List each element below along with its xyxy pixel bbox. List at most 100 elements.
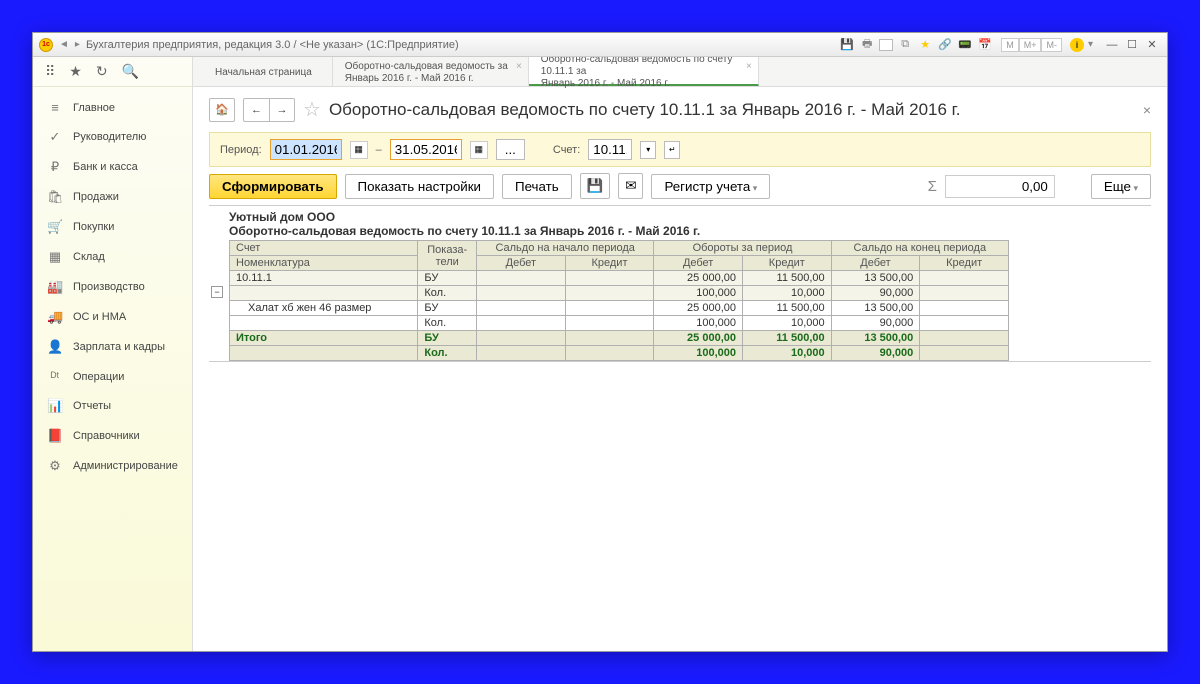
sum-input[interactable] [945, 175, 1055, 198]
sidebar-item-label: Зарплата и кадры [73, 341, 165, 353]
apps-icon[interactable]: ⠿ [45, 63, 55, 80]
sidebar-item-3[interactable]: 🛍Продажи [33, 182, 192, 212]
tab-0[interactable]: Начальная страница [203, 57, 333, 86]
sidebar-icon: 📊 [47, 398, 63, 414]
sidebar-item-5[interactable]: ▦Склад [33, 242, 192, 272]
history-back-icon[interactable]: ◄ [59, 39, 69, 50]
action-bar: Сформировать Показать настройки Печать 💾… [209, 173, 1151, 199]
search-icon[interactable]: 🔍 [122, 63, 139, 80]
form-button[interactable]: Сформировать [209, 174, 337, 199]
report-area: − Уютный дом ООО Оборотно-сальдовая ведо… [209, 205, 1151, 362]
sidebar-item-label: Склад [73, 251, 105, 263]
page-star-icon[interactable]: ☆ [303, 97, 321, 122]
sidebar: ≡Главное✓Руководителю ₽ Банк и касса 🛍Прода… [33, 87, 192, 487]
period-more-button[interactable]: ... [496, 139, 525, 160]
info-dd-icon[interactable]: ▾ [1088, 39, 1093, 50]
account-dropdown-button[interactable]: ▾ [640, 141, 656, 159]
sidebar-item-label: Продажи [73, 191, 119, 203]
sidebar-icon: 🛒 [47, 219, 63, 235]
tab-line2: Январь 2016 г. - Май 2016 г. [541, 78, 738, 90]
zoom-reset-button[interactable]: M [1001, 38, 1019, 52]
tab-line2: Январь 2016 г. - Май 2016 г. [345, 73, 508, 85]
tab-2[interactable]: Оборотно-сальдовая ведомость по счету 10… [529, 57, 759, 86]
page-title: Оборотно-сальдовая ведомость по счету 10… [329, 100, 1135, 120]
nav-fwd-button[interactable]: → [269, 98, 295, 122]
sidebar-item-4[interactable]: 🛒 Покупки [33, 212, 192, 242]
history-icon[interactable]: ↻ [96, 63, 108, 80]
doc-icon[interactable] [879, 39, 893, 51]
date-from-picker-button[interactable]: ▦ [350, 141, 368, 159]
tab-close-icon[interactable]: × [516, 61, 522, 73]
nav-back-button[interactable]: ← [243, 98, 269, 122]
show-settings-button[interactable]: Показать настройки [345, 174, 494, 199]
sidebar-item-10[interactable]: 📊 Отчеты [33, 391, 192, 421]
table-total-row: ИтогоБУ25 000,0011 500,0013 500,00 [230, 331, 1009, 346]
table-row[interactable]: Кол.100,00010,00090,000 [230, 286, 1009, 301]
calc-icon[interactable]: 📟 [957, 37, 973, 53]
email-button[interactable]: ✉ [618, 173, 643, 199]
print-icon[interactable]: 🖶 [859, 37, 875, 53]
sidebar-item-label: Производство [73, 281, 145, 293]
date-to-picker-button[interactable]: ▦ [470, 141, 488, 159]
minimize-button[interactable]: — [1103, 38, 1121, 52]
left-column: ⠿ ★ ↻ 🔍 ≡Главное✓Руководителю ₽ Банк и кас… [33, 57, 193, 651]
print-button[interactable]: Печать [502, 174, 572, 199]
sidebar-item-1[interactable]: ✓Руководителю [33, 122, 192, 152]
save-report-button[interactable]: 💾 [580, 173, 611, 199]
window-title: Бухгалтерия предприятия, редакция 3.0 / … [86, 39, 459, 51]
sidebar-icon: ᴰᵗ [47, 369, 63, 384]
collapse-icon[interactable]: − [211, 286, 223, 298]
app-window: 1c ◄ ▸ Бухгалтерия предприятия, редакция… [32, 32, 1168, 652]
link-icon[interactable]: 🔗 [937, 37, 953, 53]
zoom-out-button[interactable]: M- [1041, 38, 1062, 52]
sidebar-icon: ✓ [47, 129, 63, 145]
sidebar-item-12[interactable]: ⚙ Администрирование [33, 451, 192, 481]
register-button[interactable]: Регистр учета [651, 174, 770, 199]
sidebar-item-label: Администрирование [73, 460, 178, 472]
home-button[interactable]: 🏠 [209, 98, 235, 122]
sidebar-item-0[interactable]: ≡Главное [33, 93, 192, 122]
calendar-icon[interactable]: 📅 [977, 37, 993, 53]
table-row[interactable]: 10.11.1БУ25 000,0011 500,0013 500,00 [230, 271, 1009, 286]
date-from-input[interactable] [270, 139, 342, 160]
fav-star-icon[interactable]: ★ [917, 37, 933, 53]
account-open-button[interactable]: ↵ [664, 141, 680, 159]
close-button[interactable]: ✕ [1143, 38, 1161, 52]
history-fwd-icon[interactable]: ▸ [75, 39, 80, 50]
sidebar-item-label: Отчеты [73, 400, 111, 412]
period-label: Период: [220, 144, 262, 156]
info-icon[interactable]: i [1070, 38, 1084, 52]
favorites-icon[interactable]: ★ [69, 63, 82, 80]
content-area: 🏠 ← → ☆ Оборотно-сальдовая ведомость по … [193, 87, 1167, 651]
page-close-button[interactable]: × [1143, 102, 1151, 118]
zoom-in-button[interactable]: M+ [1019, 38, 1042, 52]
sidebar-item-label: Банк и касса [73, 161, 138, 173]
tab-close-icon[interactable]: × [746, 61, 752, 73]
sidebar-icon: ⚙ [47, 458, 63, 474]
account-label: Счет: [553, 144, 580, 156]
more-actions-button[interactable]: Еще [1091, 174, 1151, 199]
tab-line1: Начальная страница [215, 67, 312, 79]
sidebar-icon: 👤 [47, 339, 63, 355]
tab-1[interactable]: Оборотно-сальдовая ведомость заЯнварь 20… [333, 57, 529, 86]
sidebar-item-8[interactable]: 👤 Зарплата и кадры [33, 332, 192, 362]
tab-line1: Оборотно-сальдовая ведомость по счету 10… [541, 57, 738, 78]
date-to-input[interactable] [390, 139, 462, 160]
table-row[interactable]: Кол.100,00010,00090,000 [230, 316, 1009, 331]
period-bar: Период: ▦ – ▦ ... Счет: ▾ ↵ [209, 132, 1151, 167]
sidebar-item-label: ОС и НМА [73, 311, 126, 323]
save-icon[interactable]: 💾 [839, 37, 855, 53]
tab-line1: Оборотно-сальдовая ведомость за [345, 61, 508, 73]
sidebar-item-label: Покупки [73, 221, 114, 233]
compare-icon[interactable]: ⧉ [897, 37, 913, 53]
maximize-button[interactable]: ☐ [1123, 38, 1141, 52]
sidebar-icon: ₽ [47, 159, 63, 175]
sidebar-item-11[interactable]: 📕Справочники [33, 421, 192, 451]
sidebar-item-9[interactable]: ᴰᵗОперации [33, 362, 192, 391]
sidebar-item-label: Главное [73, 102, 115, 114]
sidebar-item-2[interactable]: ₽ Банк и касса [33, 152, 192, 182]
account-input[interactable] [588, 139, 632, 160]
sidebar-item-6[interactable]: 🏭Производство [33, 272, 192, 302]
table-row[interactable]: Халат хб жен 46 размерБУ25 000,0011 500,… [230, 301, 1009, 316]
sidebar-item-7[interactable]: 🚚ОС и НМА [33, 302, 192, 332]
